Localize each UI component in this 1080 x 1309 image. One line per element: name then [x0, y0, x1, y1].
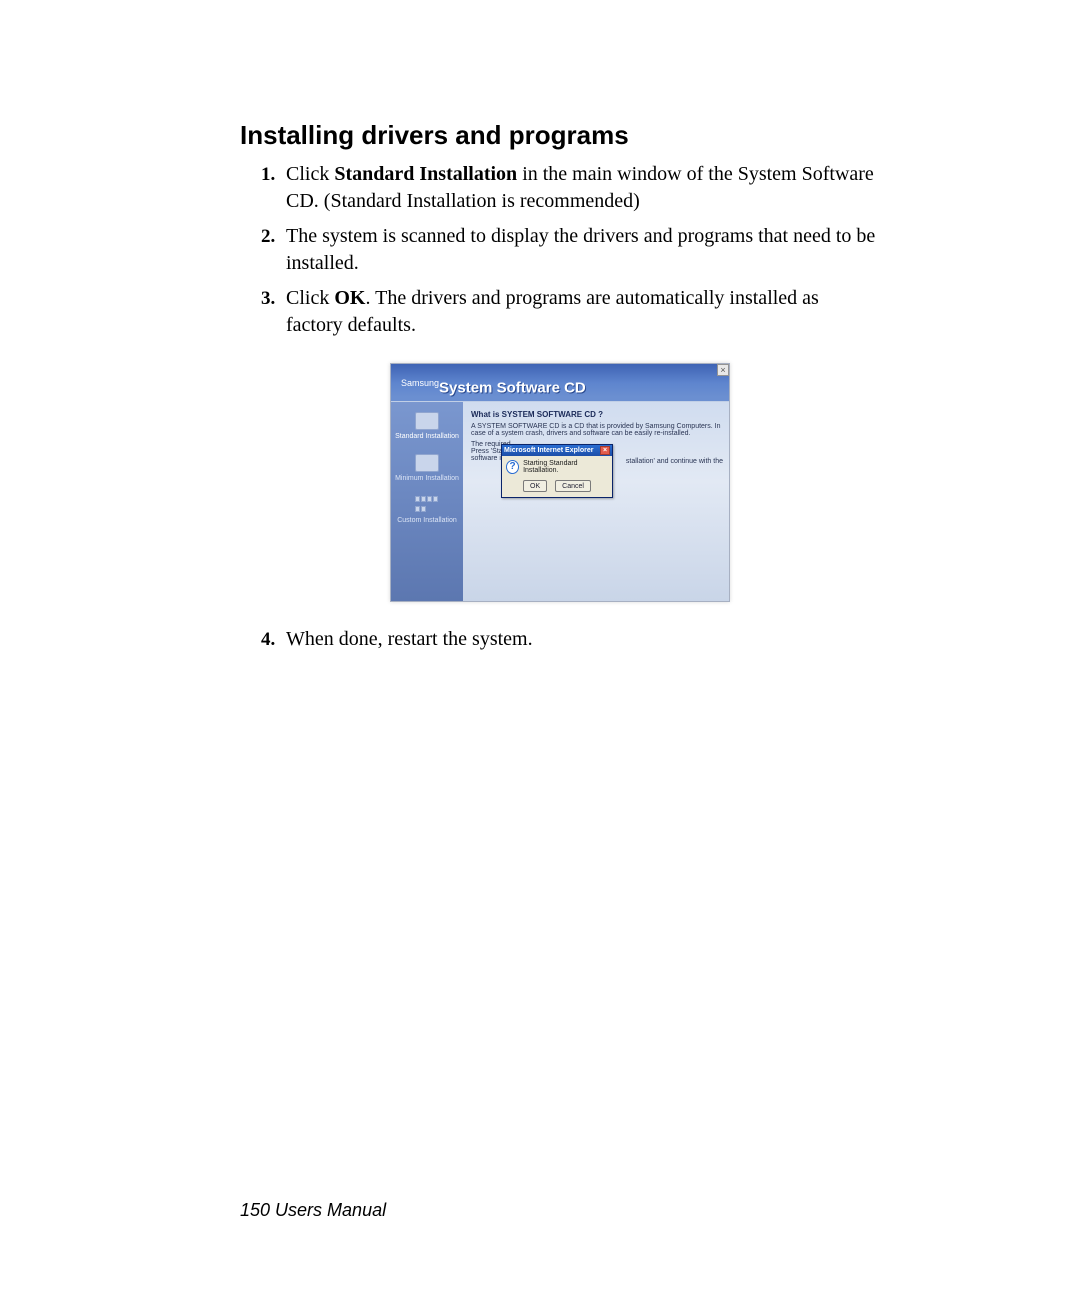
step-2: The system is scanned to display the dri…	[280, 223, 880, 277]
sidebar: Standard Installation Minimum Installati…	[391, 402, 463, 601]
page-number: 150	[240, 1200, 270, 1220]
content-fragment-right: stallation' and continue with the	[626, 458, 723, 465]
step3-pre: Click	[286, 287, 334, 309]
custom-install-icon	[415, 496, 439, 514]
step-4: When done, restart the system.	[280, 626, 880, 653]
step1-pre: Click	[286, 163, 334, 185]
dialog-titlebar: Microsoft Internet Explorer ×	[502, 445, 612, 456]
section-heading: Installing drivers and programs	[240, 120, 880, 151]
footer-label: Users Manual	[270, 1200, 386, 1220]
sidebar-item-standard[interactable]: Standard Installation	[391, 412, 463, 440]
sidebar-item-label: Minimum Installation	[395, 475, 459, 482]
step-1: Click Standard Installation in the main …	[280, 161, 880, 215]
sidebar-item-label: Standard Installation	[395, 433, 459, 440]
sidebar-item-custom[interactable]: Custom Installation	[391, 496, 463, 524]
page-footer: 150 Users Manual	[240, 1200, 386, 1221]
step-3: Click OK. The drivers and programs are a…	[280, 285, 880, 339]
content-pane: What is SYSTEM SOFTWARE CD ? A SYSTEM SO…	[463, 402, 729, 601]
step3-bold: OK	[334, 287, 365, 309]
step1-bold: Standard Installation	[334, 163, 517, 185]
window-close-icon[interactable]: ×	[717, 364, 729, 376]
step3-post: . The drivers and programs are automatic…	[286, 287, 819, 336]
dialog-message: Starting Standard Installation.	[523, 460, 608, 474]
content-description: A SYSTEM SOFTWARE CD is a CD that is pro…	[471, 423, 721, 437]
cancel-button[interactable]: Cancel	[555, 480, 591, 492]
confirm-dialog: Microsoft Internet Explorer × ? Starting…	[501, 444, 613, 498]
sidebar-item-minimum[interactable]: Minimum Installation	[391, 454, 463, 482]
content-heading: What is SYSTEM SOFTWARE CD ?	[471, 410, 721, 419]
dialog-title: Microsoft Internet Explorer	[504, 447, 593, 454]
standard-install-icon	[415, 412, 439, 430]
brand-label: Samsung	[401, 378, 439, 388]
question-mark-icon: ?	[506, 460, 519, 474]
steps-list-continued: When done, restart the system.	[240, 626, 880, 653]
app-titlebar: SamsungSystem Software CD	[391, 364, 729, 401]
screenshot-figure: × SamsungSystem Software CD Standard Ins…	[390, 363, 730, 602]
steps-list: Click Standard Installation in the main …	[240, 161, 880, 339]
ok-button[interactable]: OK	[523, 480, 547, 492]
app-title: System Software CD	[439, 379, 586, 396]
minimum-install-icon	[415, 454, 439, 472]
sidebar-item-label: Custom Installation	[397, 517, 457, 524]
dialog-close-icon[interactable]: ×	[600, 446, 610, 455]
